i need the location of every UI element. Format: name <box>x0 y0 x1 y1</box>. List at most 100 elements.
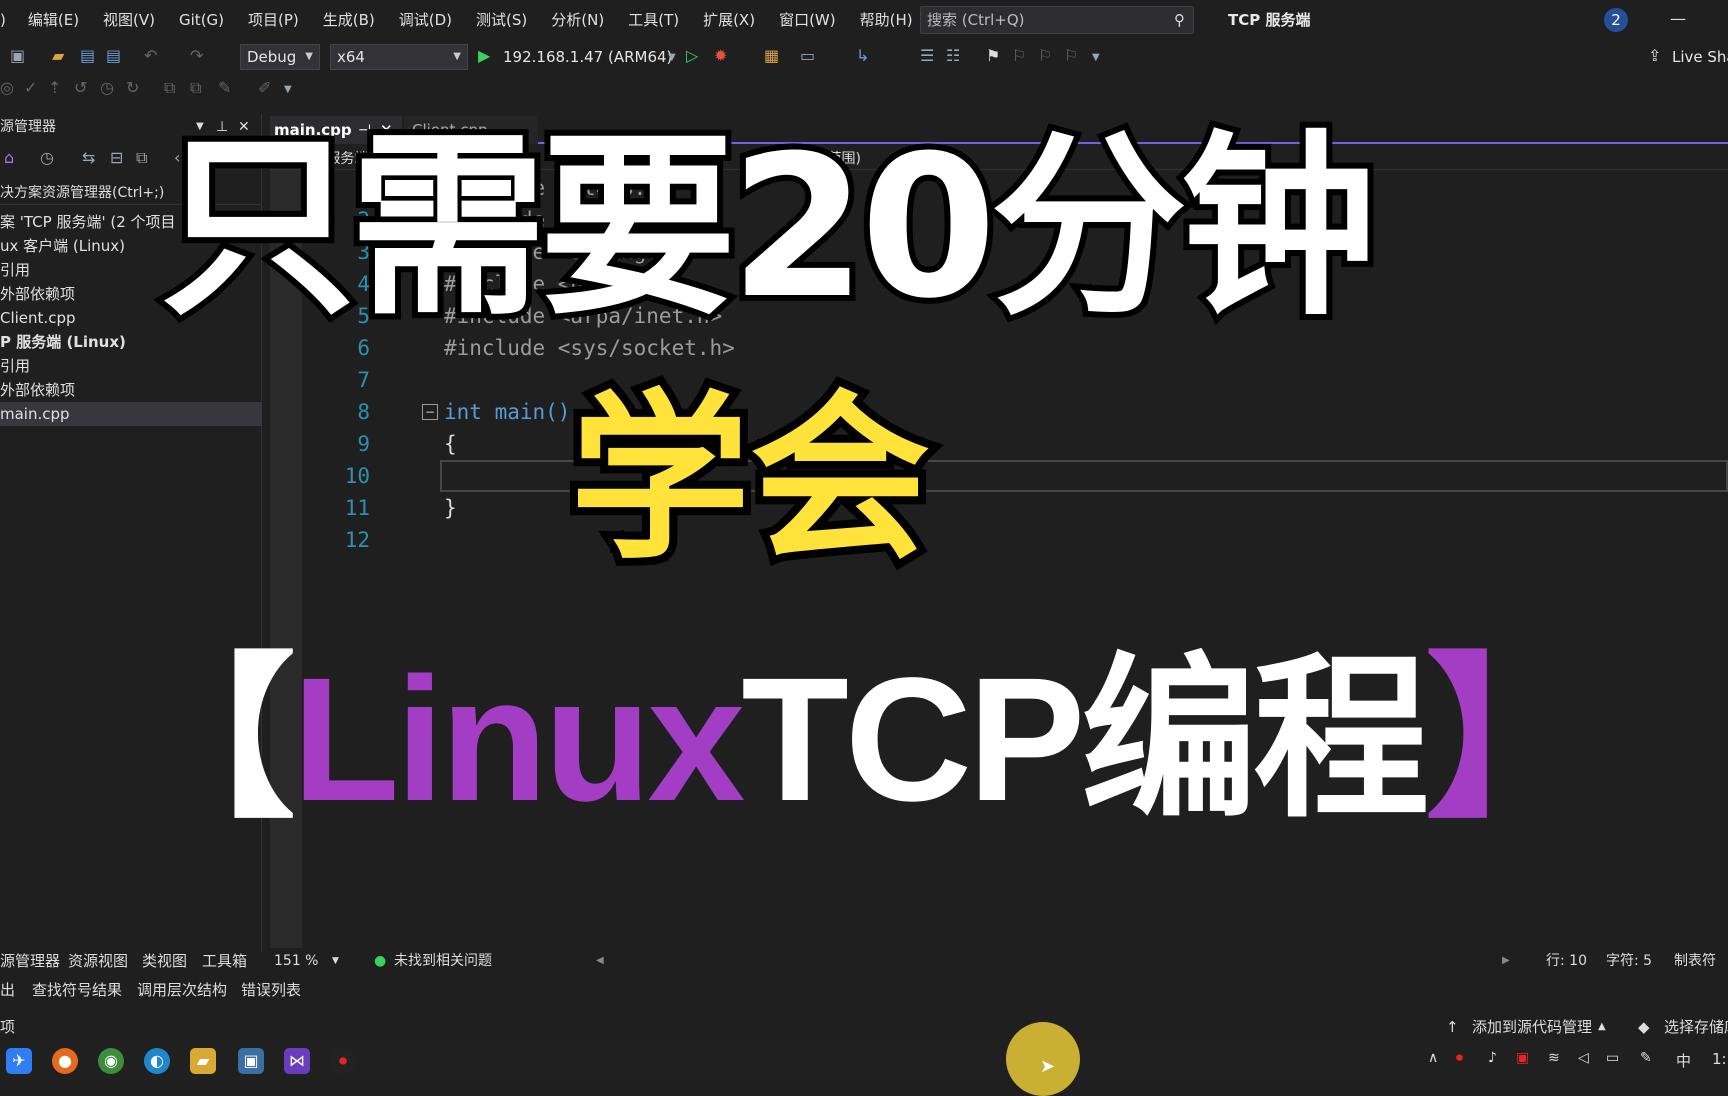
tools-icon[interactable]: ✐ <box>258 78 271 98</box>
search-input[interactable]: 搜索 (Ctrl+Q) ⚲ <box>920 6 1194 34</box>
chevron-up-icon[interactable]: ∧ <box>1428 1050 1438 1066</box>
tab-solution-explorer[interactable]: 源管理器 <box>0 948 60 974</box>
platform-select[interactable]: x64 ▼ <box>330 44 468 70</box>
home-icon[interactable]: ⌂ <box>4 148 14 168</box>
menu-tools[interactable]: 工具(T) <box>616 0 691 40</box>
ime-indicator[interactable]: 中 <box>1676 1050 1691 1071</box>
history-icon[interactable]: ◷ <box>100 78 114 98</box>
start-without-debug-icon[interactable]: ▷ <box>686 46 698 66</box>
run-target-label[interactable]: 192.168.1.47 (ARM64) <box>503 48 672 66</box>
file-explorer-icon[interactable]: ▰ <box>190 1048 216 1074</box>
remote-desktop-icon[interactable]: ▣ <box>238 1048 264 1074</box>
edge-icon[interactable]: ◐ <box>144 1048 170 1074</box>
bookmark-next-icon[interactable]: ⚐ <box>1038 46 1052 66</box>
save-all-icon[interactable]: ▤ <box>106 46 121 66</box>
tree-item-server-references[interactable]: 引用 <box>0 354 262 378</box>
redo-icon[interactable]: ↷ <box>190 46 203 66</box>
notification-badge[interactable]: 2 <box>1604 8 1628 32</box>
solution-explorer-icon[interactable]: ▦ <box>764 46 779 66</box>
check-icon[interactable]: ✓ <box>24 78 37 98</box>
comment-icon[interactable]: ☰ <box>920 46 934 66</box>
wifi-icon[interactable]: ≋ <box>1548 1050 1560 1066</box>
layout-icon[interactable]: ▭ <box>800 46 815 66</box>
toolbar-overflow-icon[interactable]: ▼ <box>284 80 292 100</box>
code-line[interactable]: int main() <box>444 396 570 428</box>
tab-output[interactable]: 输出 <box>0 978 15 1002</box>
add-to-source-control[interactable]: 添加到源代码管理 <box>1472 1014 1592 1040</box>
configuration-select[interactable]: Debug ▼ <box>240 44 320 70</box>
menu-debug[interactable]: 调试(D) <box>387 0 464 40</box>
scroll-left-icon[interactable]: ◀ <box>596 948 604 974</box>
collapse-all-icon[interactable]: ⊟ <box>110 148 123 168</box>
pen-icon[interactable]: ✎ <box>1640 1050 1652 1066</box>
undo-changes-icon[interactable]: ↺ <box>74 78 87 98</box>
scroll-right-icon[interactable]: ▶ <box>1502 948 1510 974</box>
chevron-up-icon[interactable]: ▲ <box>1598 1014 1606 1040</box>
record-icon[interactable]: ⏺ <box>1456 1050 1463 1066</box>
menu-view[interactable]: 视图(V) <box>91 0 167 40</box>
tab-call-hierarchy[interactable]: 调用层次结构 <box>137 978 227 1002</box>
tree-item-server-external-deps[interactable]: 外部依赖项 <box>0 378 262 402</box>
chevron-down-icon[interactable]: ▼ <box>668 48 676 68</box>
app-tray-icon[interactable]: ▣ <box>1516 1050 1529 1066</box>
menu-extensions[interactable]: 扩展(X) <box>691 0 767 40</box>
hot-reload-icon[interactable]: ✹ <box>714 46 727 66</box>
code-line[interactable]: { <box>444 428 457 460</box>
uncomment-icon[interactable]: ☷ <box>946 46 960 66</box>
open-folder-icon[interactable]: ▰ <box>52 46 64 66</box>
menu-file-partial[interactable]: ) <box>0 0 16 40</box>
battery-icon[interactable]: ▭ <box>1606 1050 1619 1066</box>
volume-icon[interactable]: ◁ <box>1578 1050 1589 1066</box>
merge-icon[interactable]: ⧉ <box>190 78 201 98</box>
microphone-icon[interactable]: ♪ <box>1488 1050 1497 1066</box>
clock[interactable]: 1: <box>1712 1050 1727 1068</box>
select-repository[interactable]: 选择存储库 <box>1664 1014 1728 1040</box>
menu-window[interactable]: 窗口(W) <box>767 0 848 40</box>
recorder-icon[interactable]: ⏺ <box>330 1048 356 1074</box>
upload-icon[interactable]: ⇡ <box>48 78 61 98</box>
menu-edit[interactable]: 编辑(E) <box>16 0 91 40</box>
chrome-icon[interactable]: ◉ <box>98 1048 124 1074</box>
toolbar-overflow-icon[interactable]: ▼ <box>1092 48 1100 68</box>
firefox-icon[interactable]: ● <box>52 1048 78 1074</box>
live-share-button[interactable]: Live Sha <box>1672 48 1728 66</box>
search-placeholder: 搜索 (Ctrl+Q) <box>927 11 1025 29</box>
tab-resource-view[interactable]: 资源视图 <box>68 948 128 974</box>
bookmark-clear-icon[interactable]: ⚐ <box>1064 46 1078 66</box>
zoom-select[interactable]: 151 % <box>274 948 318 974</box>
minimize-button[interactable]: — <box>1670 0 1686 38</box>
show-all-icon[interactable]: ⧉ <box>136 148 147 168</box>
menu-project[interactable]: 项目(P) <box>236 0 311 40</box>
tree-item-main-cpp[interactable]: main.cpp <box>0 402 262 426</box>
menu-analyze[interactable]: 分析(N) <box>539 0 616 40</box>
history-icon[interactable]: ◷ <box>40 148 54 168</box>
menu-build[interactable]: 生成(B) <box>311 0 387 40</box>
feishu-icon[interactable]: ✈ <box>6 1048 32 1074</box>
collapse-icon[interactable]: − <box>422 404 438 420</box>
menu-test[interactable]: 测试(S) <box>464 0 539 40</box>
new-project-icon[interactable]: ▣ <box>10 46 25 66</box>
tab-find-symbol[interactable]: 查找符号结果 <box>32 978 122 1002</box>
code-line[interactable]: } <box>444 492 457 524</box>
branch-icon[interactable]: ⧉ <box>164 78 175 98</box>
tab-toolbox[interactable]: 工具箱 <box>202 948 247 974</box>
bookmark-icon[interactable]: ⚑ <box>986 46 1000 66</box>
issues-label[interactable]: 未找到相关问题 <box>394 948 492 974</box>
refresh-icon[interactable]: ↻ <box>126 78 139 98</box>
menu-help[interactable]: 帮助(H) <box>848 0 925 40</box>
step-icon[interactable]: ↳ <box>856 46 869 66</box>
save-icon[interactable]: ▤ <box>80 46 95 66</box>
camera-icon[interactable]: ◎ <box>0 78 14 98</box>
live-share-icon[interactable]: ⇪ <box>1648 46 1661 66</box>
menu-git[interactable]: Git(G) <box>167 0 236 40</box>
undo-icon[interactable]: ↶ <box>144 46 157 66</box>
indent-mode[interactable]: 制表符 <box>1674 948 1716 974</box>
chevron-down-icon[interactable]: ▼ <box>332 948 339 974</box>
visual-studio-icon[interactable]: ⋈ <box>284 1048 310 1074</box>
tab-class-view[interactable]: 类视图 <box>142 948 187 974</box>
start-debug-icon[interactable]: ▶ <box>478 46 490 66</box>
tab-error-list[interactable]: 错误列表 <box>241 978 301 1002</box>
bookmark-prev-icon[interactable]: ⚐ <box>1012 46 1026 66</box>
sync-icon[interactable]: ⇆ <box>82 148 95 168</box>
settings-icon[interactable]: ✎ <box>218 78 231 98</box>
